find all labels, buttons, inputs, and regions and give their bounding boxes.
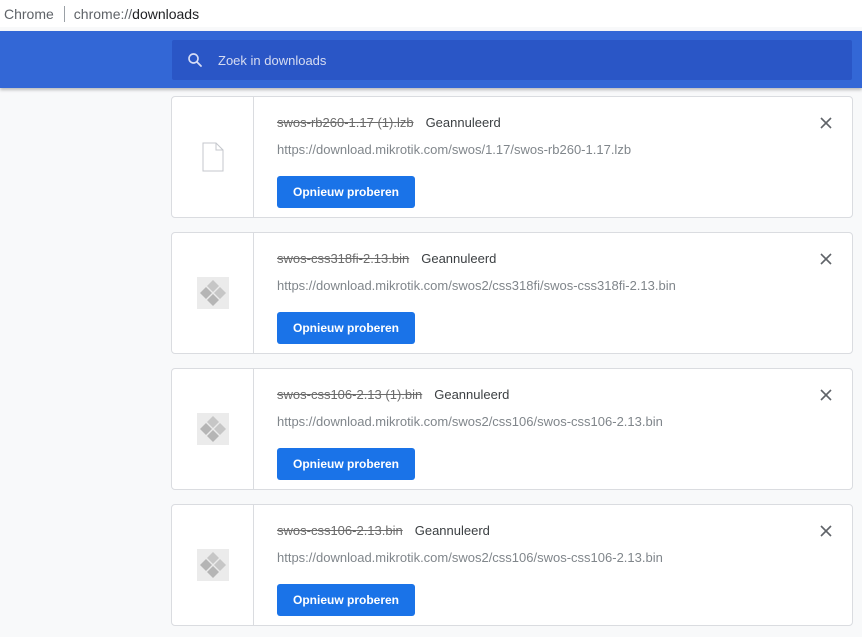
downloads-toolbar: Zoek in downloads bbox=[0, 31, 862, 88]
file-name[interactable]: swos-css106-2.13.bin bbox=[277, 523, 403, 538]
url-host: downloads bbox=[132, 5, 200, 22]
download-item: swos-rb260-1.17 (1).lzb Geannuleerd https… bbox=[171, 96, 853, 218]
download-item: swos-css318fi-2.13.bin Geannuleerd https:… bbox=[171, 232, 853, 354]
source-url-link[interactable]: https://download.mikrotik.com/swos/1.17/… bbox=[277, 142, 631, 157]
kodi-file-icon bbox=[196, 413, 229, 445]
download-status: Geannuleerd bbox=[425, 115, 501, 130]
file-icon-column bbox=[172, 505, 254, 625]
close-icon[interactable] bbox=[818, 115, 834, 131]
chrome-scheme-label: Chrome bbox=[4, 5, 54, 22]
download-title-line: swos-rb260-1.17 (1).lzb Geannuleerd bbox=[277, 115, 501, 130]
source-url-link[interactable]: https://download.mikrotik.com/swos2/css1… bbox=[277, 414, 663, 429]
retry-button[interactable]: Opnieuw proberen bbox=[277, 584, 415, 616]
retry-button[interactable]: Opnieuw proberen bbox=[277, 176, 415, 208]
retry-button[interactable]: Opnieuw proberen bbox=[277, 312, 415, 344]
file-icon-column bbox=[172, 97, 254, 217]
download-status: Geannuleerd bbox=[434, 387, 510, 402]
download-status: Geannuleerd bbox=[421, 251, 497, 266]
download-title-line: swos-css318fi-2.13.bin Geannuleerd bbox=[277, 251, 496, 266]
search-placeholder: Zoek in downloads bbox=[218, 52, 327, 68]
file-name[interactable]: swos-rb260-1.17 (1).lzb bbox=[277, 115, 414, 130]
kodi-file-icon bbox=[196, 277, 229, 309]
close-icon[interactable] bbox=[818, 387, 834, 403]
file-name[interactable]: swos-css318fi-2.13.bin bbox=[277, 251, 409, 266]
source-url-link[interactable]: https://download.mikrotik.com/swos2/css3… bbox=[277, 278, 676, 293]
kodi-file-icon bbox=[196, 549, 229, 581]
download-title-line: swos-css106-2.13 (1).bin Geannuleerd bbox=[277, 387, 509, 402]
close-icon[interactable] bbox=[818, 251, 834, 267]
download-status: Geannuleerd bbox=[414, 523, 490, 538]
address-bar[interactable]: Chrome chrome://downloads bbox=[0, 0, 862, 27]
file-name[interactable]: swos-css106-2.13 (1).bin bbox=[277, 387, 422, 402]
retry-button[interactable]: Opnieuw proberen bbox=[277, 448, 415, 480]
download-title-line: swos-css106-2.13.bin Geannuleerd bbox=[277, 523, 490, 538]
close-icon[interactable] bbox=[818, 523, 834, 539]
file-icon-column bbox=[172, 369, 254, 489]
generic-file-icon bbox=[202, 142, 223, 172]
url-prefix: chrome:// bbox=[73, 5, 133, 22]
file-icon-column bbox=[172, 233, 254, 353]
download-item: swos-css106-2.13 (1).bin Geannuleerd http… bbox=[171, 368, 853, 490]
download-item: swos-css106-2.13.bin Geannuleerd https://… bbox=[171, 504, 853, 626]
search-input[interactable]: Zoek in downloads bbox=[172, 40, 852, 80]
address-separator bbox=[63, 5, 65, 22]
search-icon bbox=[188, 53, 202, 67]
source-url-link[interactable]: https://download.mikrotik.com/swos2/css1… bbox=[277, 550, 663, 565]
